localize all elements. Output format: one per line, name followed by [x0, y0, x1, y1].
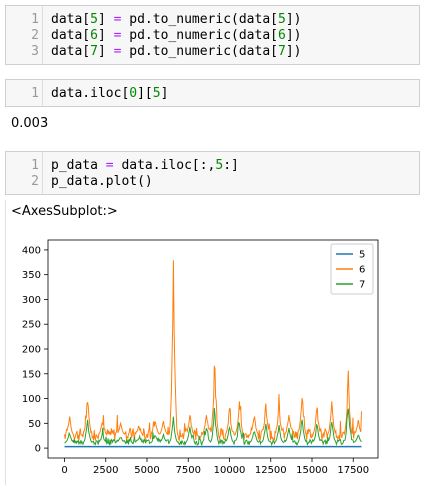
x-tick-label: 5000 — [134, 465, 159, 476]
y-tick-label: 100 — [22, 394, 41, 405]
line-number: 1 — [31, 86, 39, 101]
code-token: 5 — [90, 12, 98, 27]
code-line[interactable]: data[5] = pd.to_numeric(data[5]) — [51, 12, 301, 28]
cell-output: 0.003 — [11, 116, 49, 131]
code-token: 5 — [278, 12, 286, 27]
code-token: 7 — [278, 44, 286, 59]
code-token: ] — [160, 86, 169, 101]
code-line[interactable]: data[7] = pd.to_numeric(data[7]) — [51, 44, 301, 60]
x-tick-label: 15000 — [296, 465, 328, 476]
legend-label: 6 — [359, 265, 365, 276]
code-line[interactable]: p_data.plot() — [51, 174, 153, 190]
code-token: 5 — [152, 86, 161, 101]
line-number: 1 — [31, 158, 39, 173]
code-token: p_data — [51, 158, 106, 173]
y-tick-label: 350 — [22, 270, 41, 281]
line-number-gutter: 12 — [6, 152, 43, 194]
code-token: 7 — [90, 44, 98, 59]
x-tick-label: 10000 — [214, 465, 246, 476]
code-line[interactable]: p_data = data.iloc[:,5:] — [51, 158, 239, 174]
y-tick-label: 50 — [28, 419, 41, 430]
y-tick-label: 250 — [22, 320, 41, 331]
code-token: data.iloc[ — [51, 86, 130, 101]
x-tick-label: 7500 — [176, 465, 201, 476]
code-token: ][ — [137, 86, 153, 101]
code-token: = — [105, 158, 114, 173]
code-token: p_data.plot() — [51, 174, 153, 189]
code-token: pd.to_numeric(data[ — [121, 44, 278, 59]
y-tick-label: 300 — [22, 295, 41, 306]
x-tick-label: 17500 — [337, 465, 369, 476]
code-token: ] — [97, 12, 114, 27]
line-number: 1 — [31, 12, 39, 27]
x-tick-label: 12500 — [255, 465, 287, 476]
y-tick-label: 0 — [35, 444, 41, 455]
x-tick-label: 0 — [61, 465, 67, 476]
code-token: data[ — [51, 44, 91, 59]
x-tick-label: 2500 — [93, 465, 118, 476]
code-token: ]) — [285, 28, 302, 43]
legend-label: 5 — [359, 250, 365, 261]
code-token: ] — [97, 44, 114, 59]
line-number: 2 — [31, 28, 39, 43]
code-token: data[ — [51, 12, 91, 27]
code-cell-3[interactable]: 12 p_data = data.iloc[:,5:] p_data.plot() — [5, 151, 420, 195]
code-token: 0 — [129, 86, 138, 101]
code-token: 6 — [90, 28, 98, 43]
code-token: data.iloc[:, — [113, 158, 216, 173]
code-token: ] — [97, 28, 114, 43]
y-tick-label: 400 — [22, 245, 41, 256]
code-token: pd.to_numeric(data[ — [121, 28, 278, 43]
legend-label: 7 — [359, 280, 365, 291]
y-tick-label: 150 — [22, 369, 41, 380]
code-token: data[ — [51, 28, 91, 43]
y-tick-label: 200 — [22, 345, 41, 356]
chart-legend: 5 6 7 — [330, 243, 374, 295]
line-number-gutter: 1 — [6, 80, 43, 106]
code-cell-1[interactable]: 123 data[5] = pd.to_numeric(data[5]) data… — [5, 5, 420, 65]
code-token: ]) — [285, 44, 302, 59]
line-chart: 0 2500 5000 7500 10000 12500 15000 17500 0 50 100 1… — [22, 239, 379, 476]
cell-output: <AxesSubplot:> — [11, 204, 118, 219]
code-token: pd.to_numeric(data[ — [121, 12, 278, 27]
line-number: 3 — [31, 44, 39, 59]
code-cell-2[interactable]: 1 data.iloc[0][5] — [5, 79, 420, 107]
code-token: :] — [223, 158, 239, 173]
code-line[interactable]: data[6] = pd.to_numeric(data[6]) — [51, 28, 301, 44]
line-number: 2 — [31, 174, 39, 189]
code-line[interactable]: data.iloc[0][5] — [51, 86, 168, 102]
code-token: 6 — [278, 28, 286, 43]
line-number-gutter: 123 — [6, 6, 43, 64]
code-token: ]) — [285, 12, 302, 27]
